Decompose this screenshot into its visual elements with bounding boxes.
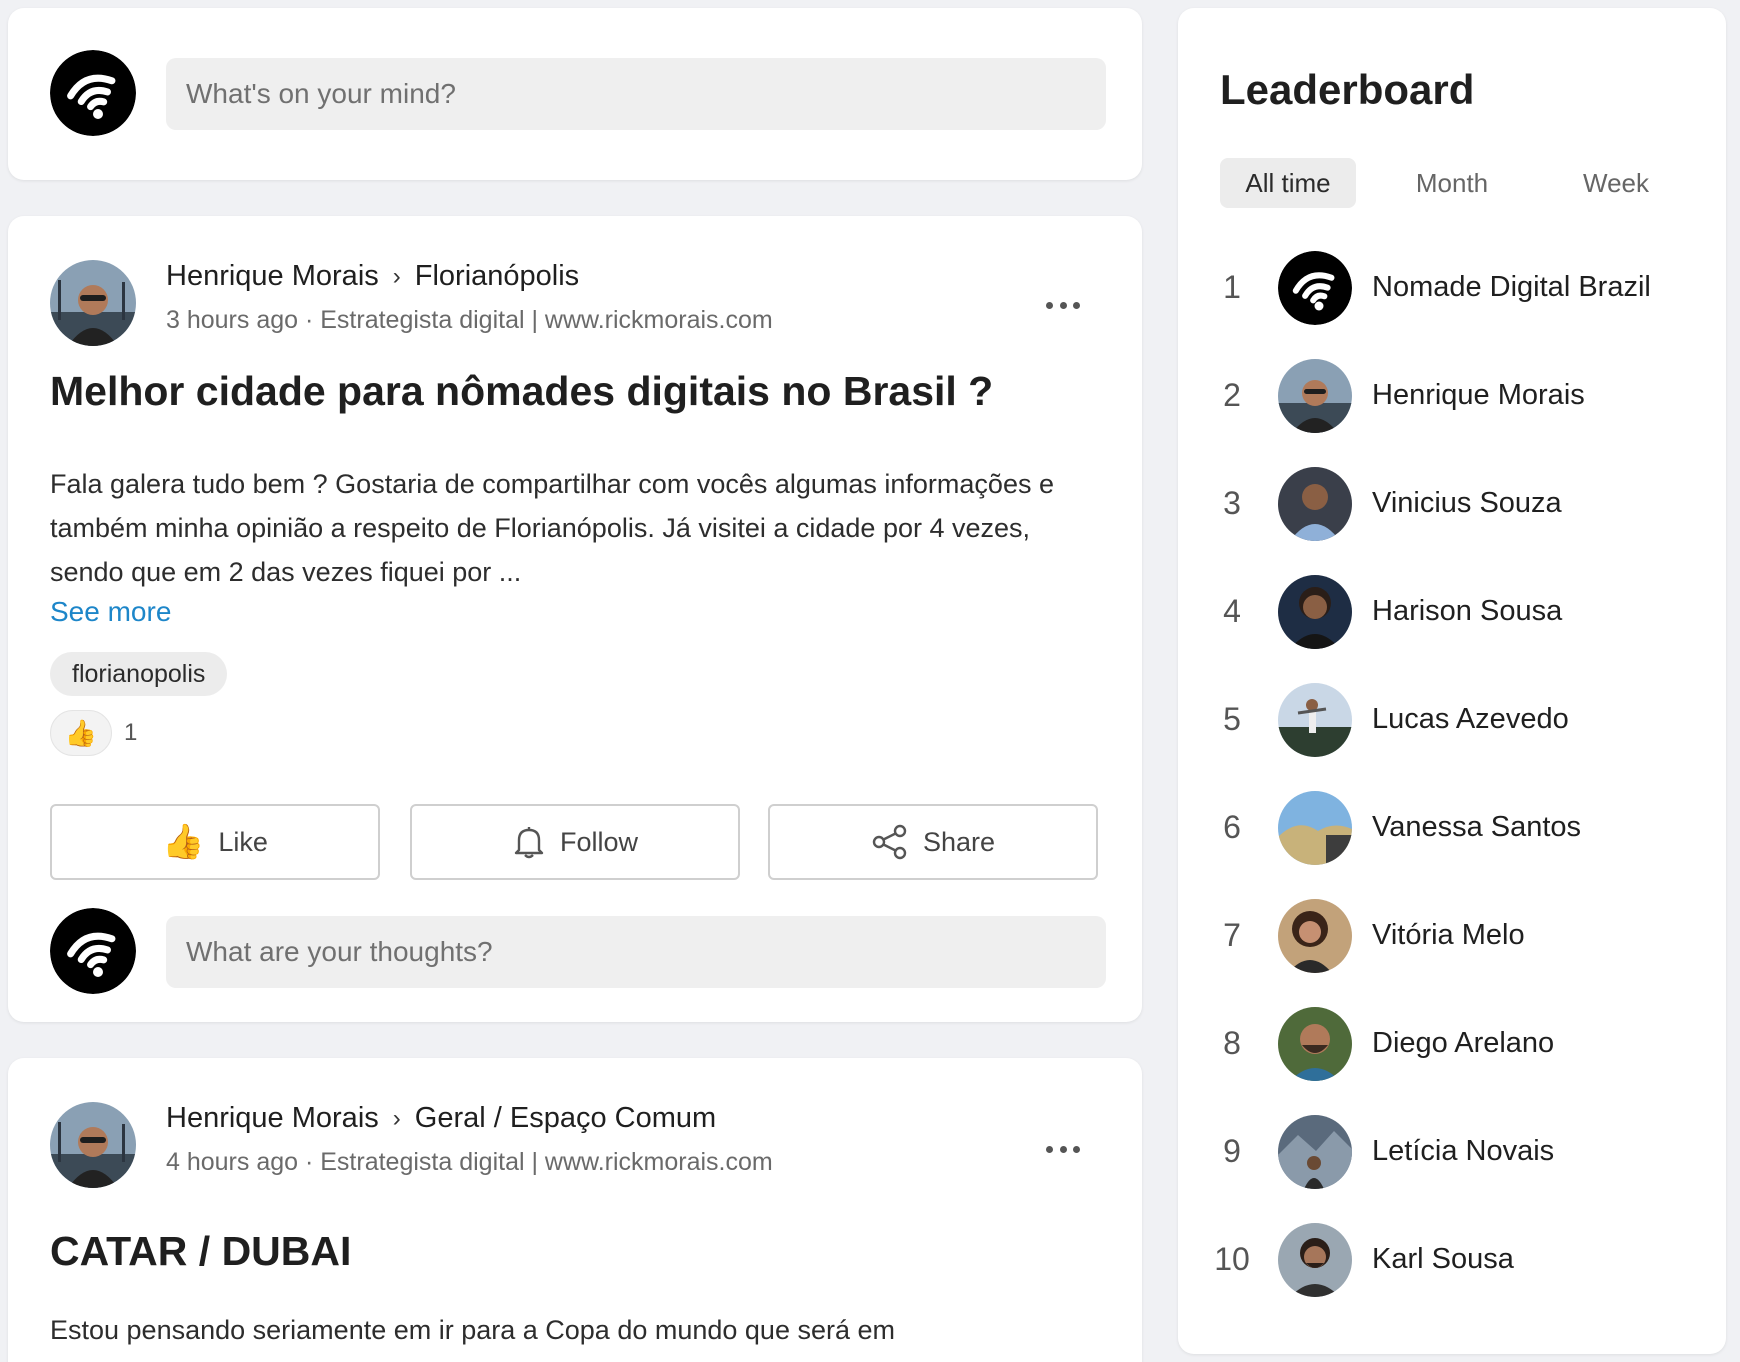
member-avatar[interactable] bbox=[1278, 467, 1352, 541]
tab-month[interactable]: Month bbox=[1384, 158, 1520, 208]
tab-all-time[interactable]: All time bbox=[1220, 158, 1356, 208]
reaction-count: 1 bbox=[124, 719, 138, 746]
post-title[interactable]: Melhor cidade para nômades digitais no B… bbox=[50, 368, 993, 415]
member-name[interactable]: Nomade Digital Brazil bbox=[1372, 271, 1651, 304]
chevron-right-icon: › bbox=[392, 1104, 401, 1132]
rank-number: 5 bbox=[1223, 701, 1241, 737]
leaderboard-entry[interactable]: 5 Lucas Azevedo bbox=[1178, 683, 1726, 757]
author-photo-icon bbox=[50, 260, 136, 346]
member-avatar[interactable] bbox=[1278, 575, 1352, 649]
post-body: Fala galera tudo bem ? Gostaria de compa… bbox=[50, 469, 1054, 587]
post-meta: 3 hours ago · Estrategista digital | www… bbox=[166, 306, 773, 334]
person-photo-icon bbox=[1278, 1007, 1352, 1081]
leaderboard-title: Leaderboard bbox=[1220, 66, 1475, 113]
person-photo-icon bbox=[1278, 575, 1352, 649]
reaction-summary[interactable]: 👍 1 bbox=[50, 710, 137, 756]
thumbs-up-icon: 👍 bbox=[162, 823, 205, 861]
post-meta: 4 hours ago · Estrategista digital | www… bbox=[166, 1148, 773, 1176]
person-photo-icon bbox=[1278, 899, 1352, 973]
member-name[interactable]: Letícia Novais bbox=[1372, 1135, 1554, 1168]
member-avatar[interactable] bbox=[1278, 1007, 1352, 1081]
rank-number: 2 bbox=[1223, 377, 1241, 413]
rank-number: 9 bbox=[1223, 1133, 1241, 1169]
post-body: Estou pensando seriamente em ir para a C… bbox=[50, 1315, 896, 1345]
leaderboard-entry[interactable]: 8 Diego Arelano bbox=[1178, 1007, 1726, 1081]
tab-week[interactable]: Week bbox=[1548, 158, 1684, 208]
like-label: Like bbox=[218, 826, 268, 857]
member-name[interactable]: Harison Sousa bbox=[1372, 595, 1562, 628]
member-avatar[interactable] bbox=[1278, 683, 1352, 757]
brand-avatar[interactable] bbox=[50, 908, 136, 994]
author-photo-icon bbox=[50, 1102, 136, 1188]
space-name[interactable]: Geral / Espaço Comum bbox=[415, 1102, 716, 1135]
rank-number: 1 bbox=[1223, 269, 1241, 305]
person-photo-icon bbox=[1278, 1223, 1352, 1297]
wifi-logo-icon bbox=[50, 50, 136, 136]
member-avatar[interactable] bbox=[1278, 791, 1352, 865]
wifi-logo-icon bbox=[1278, 251, 1352, 325]
person-photo-icon bbox=[1278, 683, 1352, 757]
wifi-logo-icon bbox=[50, 908, 136, 994]
rank-number: 8 bbox=[1223, 1025, 1241, 1061]
leaderboard-entry[interactable]: 10 Karl Sousa bbox=[1178, 1223, 1726, 1297]
rank-number: 6 bbox=[1223, 809, 1241, 845]
post-author-line: Henrique Morais › Florianópolis bbox=[166, 260, 579, 293]
author-avatar[interactable] bbox=[50, 1102, 136, 1188]
member-name[interactable]: Karl Sousa bbox=[1372, 1243, 1514, 1276]
author-avatar[interactable] bbox=[50, 260, 136, 346]
member-avatar[interactable] bbox=[1278, 251, 1352, 325]
member-name[interactable]: Lucas Azevedo bbox=[1372, 703, 1569, 736]
more-options-icon[interactable] bbox=[1046, 300, 1080, 310]
leaderboard-entry[interactable]: 9 Letícia Novais bbox=[1178, 1115, 1726, 1189]
post-author-line: Henrique Morais › Geral / Espaço Comum bbox=[166, 1102, 716, 1135]
leaderboard-entry[interactable]: 3 Vinicius Souza bbox=[1178, 467, 1726, 541]
rank-number: 4 bbox=[1223, 593, 1241, 629]
author-name[interactable]: Henrique Morais bbox=[166, 260, 379, 293]
member-avatar[interactable] bbox=[1278, 1115, 1352, 1189]
member-name[interactable]: Vinicius Souza bbox=[1372, 487, 1562, 520]
composer-input[interactable] bbox=[166, 58, 1106, 130]
share-icon bbox=[871, 824, 909, 860]
member-name[interactable]: Vanessa Santos bbox=[1372, 811, 1581, 844]
share-label: Share bbox=[922, 826, 996, 857]
share-button[interactable]: Share bbox=[768, 804, 1098, 880]
comment-input[interactable] bbox=[166, 916, 1106, 988]
post-card: Henrique Morais › Geral / Espaço Comum 4… bbox=[8, 1058, 1142, 1362]
brand-avatar[interactable] bbox=[50, 50, 136, 136]
member-avatar[interactable] bbox=[1278, 899, 1352, 973]
member-avatar[interactable] bbox=[1278, 359, 1352, 433]
space-name[interactable]: Florianópolis bbox=[415, 260, 579, 293]
member-avatar[interactable] bbox=[1278, 1223, 1352, 1297]
chevron-right-icon: › bbox=[392, 262, 401, 290]
rank-number: 7 bbox=[1223, 917, 1241, 953]
leaderboard-entry[interactable]: 6 Vanessa Santos bbox=[1178, 791, 1726, 865]
rank-number: 10 bbox=[1214, 1241, 1250, 1277]
member-name[interactable]: Diego Arelano bbox=[1372, 1027, 1554, 1060]
leaderboard-entry[interactable]: 1 Nomade Digital Brazil bbox=[1178, 251, 1726, 325]
author-name[interactable]: Henrique Morais bbox=[166, 1102, 379, 1135]
landscape-photo-icon bbox=[1278, 1115, 1352, 1189]
post-tag[interactable]: florianopolis bbox=[50, 652, 228, 696]
leaderboard-entry[interactable]: 2 Henrique Morais bbox=[1178, 359, 1726, 433]
leaderboard-panel: Leaderboard All time Month Week 1 Nomade… bbox=[1178, 8, 1726, 1354]
person-photo-icon bbox=[1278, 467, 1352, 541]
follow-button[interactable]: Follow bbox=[410, 804, 740, 880]
post-card: Henrique Morais › Florianópolis 3 hours … bbox=[8, 216, 1142, 1022]
bell-icon bbox=[512, 824, 546, 860]
follow-label: Follow bbox=[559, 826, 639, 857]
member-name[interactable]: Henrique Morais bbox=[1372, 379, 1585, 412]
post-title[interactable]: CATAR / DUBAI bbox=[50, 1228, 351, 1275]
person-photo-icon bbox=[1278, 359, 1352, 433]
like-button[interactable]: 👍 Like bbox=[50, 804, 380, 880]
leaderboard-entry[interactable]: 4 Harison Sousa bbox=[1178, 575, 1726, 649]
post-composer bbox=[8, 8, 1142, 180]
member-name[interactable]: Vitória Melo bbox=[1372, 919, 1525, 952]
rank-number: 3 bbox=[1223, 485, 1241, 521]
thumbs-up-icon: 👍 bbox=[50, 710, 112, 756]
leaderboard-entry[interactable]: 7 Vitória Melo bbox=[1178, 899, 1726, 973]
more-options-icon[interactable] bbox=[1046, 1144, 1080, 1154]
see-more-link[interactable]: See more bbox=[50, 596, 171, 628]
landscape-photo-icon bbox=[1278, 791, 1352, 865]
